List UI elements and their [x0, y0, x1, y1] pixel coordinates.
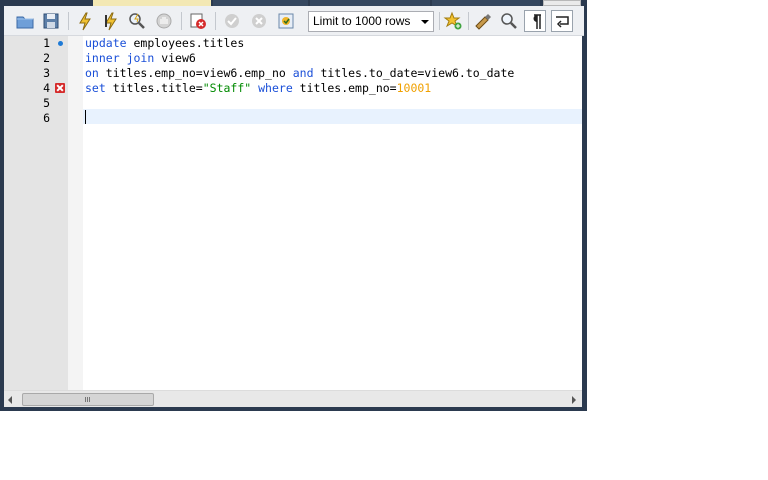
- statement-dot-icon: [58, 41, 63, 46]
- code-line[interactable]: update employees.titles: [85, 36, 244, 51]
- code-token: titles.emp_no=view6.emp_no: [98, 66, 293, 80]
- line-number: 2: [43, 51, 50, 65]
- sql-keyword: on: [85, 66, 99, 80]
- lightning-icon[interactable]: [74, 10, 96, 32]
- line-number: 6: [43, 111, 50, 125]
- lightning-cursor-icon[interactable]: [100, 10, 122, 32]
- chevron-down-icon[interactable]: [416, 12, 433, 31]
- autocommit-icon[interactable]: [275, 10, 297, 32]
- limit-rows-select[interactable]: Limit to 1000 rows: [308, 11, 434, 32]
- limit-rows-value: Limit to 1000 rows: [313, 14, 411, 28]
- code-line[interactable]: inner join view6: [85, 51, 196, 66]
- sql-keyword: update: [85, 36, 127, 50]
- fold-margin: [68, 36, 83, 390]
- number-literal: 10001: [396, 81, 432, 95]
- wrap-icon[interactable]: [551, 10, 573, 32]
- stop-on-error-icon[interactable]: [187, 10, 209, 32]
- code-token: employees.titles: [126, 36, 245, 50]
- sql-keyword: and: [292, 66, 314, 80]
- horizontal-scrollbar[interactable]: [4, 390, 582, 407]
- star-add-icon[interactable]: [442, 10, 464, 32]
- line-number: 1: [43, 36, 50, 50]
- toolbar-separator: [68, 12, 69, 30]
- sql-editor[interactable]: 1 2 3 4 5 6 update employees.titles inner…: [4, 36, 582, 390]
- query-toolbar: Limit to 1000 rows: [4, 6, 584, 36]
- check-icon[interactable]: [221, 10, 243, 32]
- toolbar-separator: [468, 12, 469, 30]
- line-number: 3: [43, 66, 50, 80]
- line-number: 5: [43, 96, 50, 110]
- string-literal: "Staff": [202, 81, 252, 95]
- toolbar-separator: [181, 12, 182, 30]
- folder-icon[interactable]: [14, 10, 36, 32]
- code-line[interactable]: on titles.emp_no=view6.emp_no and titles…: [85, 66, 514, 81]
- sql-editor-window: Limit to 1000 rows 1 2 3 4 5 6 update em…: [0, 0, 587, 411]
- code-token: titles.emp_no=: [292, 81, 397, 95]
- brush-icon[interactable]: [472, 10, 494, 32]
- code-line[interactable]: set titles.title="Staff" where titles.em…: [85, 81, 431, 96]
- grip-icon: [85, 397, 91, 402]
- toolbar-separator: [215, 12, 216, 30]
- cancel-icon[interactable]: [248, 10, 270, 32]
- sql-keyword: join: [126, 51, 155, 65]
- pilcrow-icon[interactable]: [524, 10, 546, 32]
- code-token: view6: [154, 51, 196, 65]
- search-icon[interactable]: [498, 10, 520, 32]
- scroll-right-icon[interactable]: [572, 396, 576, 404]
- save-icon[interactable]: [40, 10, 62, 32]
- current-line-highlight: [83, 109, 582, 124]
- code-token: titles.to_date=view6.to_date: [313, 66, 515, 80]
- line-number: 4: [43, 81, 50, 95]
- magnifier-icon[interactable]: [126, 10, 148, 32]
- text-caret: [85, 110, 86, 124]
- line-number-gutter: 1 2 3 4 5 6: [4, 36, 68, 390]
- sql-keyword: where: [258, 81, 293, 95]
- scroll-left-icon[interactable]: [8, 396, 12, 404]
- code-token: titles.title=: [105, 81, 203, 95]
- sql-keyword: set: [85, 81, 106, 95]
- toolbar-separator: [439, 12, 440, 30]
- scrollbar-thumb[interactable]: [22, 393, 154, 406]
- stop-hand-icon[interactable]: [153, 10, 175, 32]
- sql-keyword: inner: [85, 51, 120, 65]
- error-marker-icon[interactable]: [55, 83, 65, 93]
